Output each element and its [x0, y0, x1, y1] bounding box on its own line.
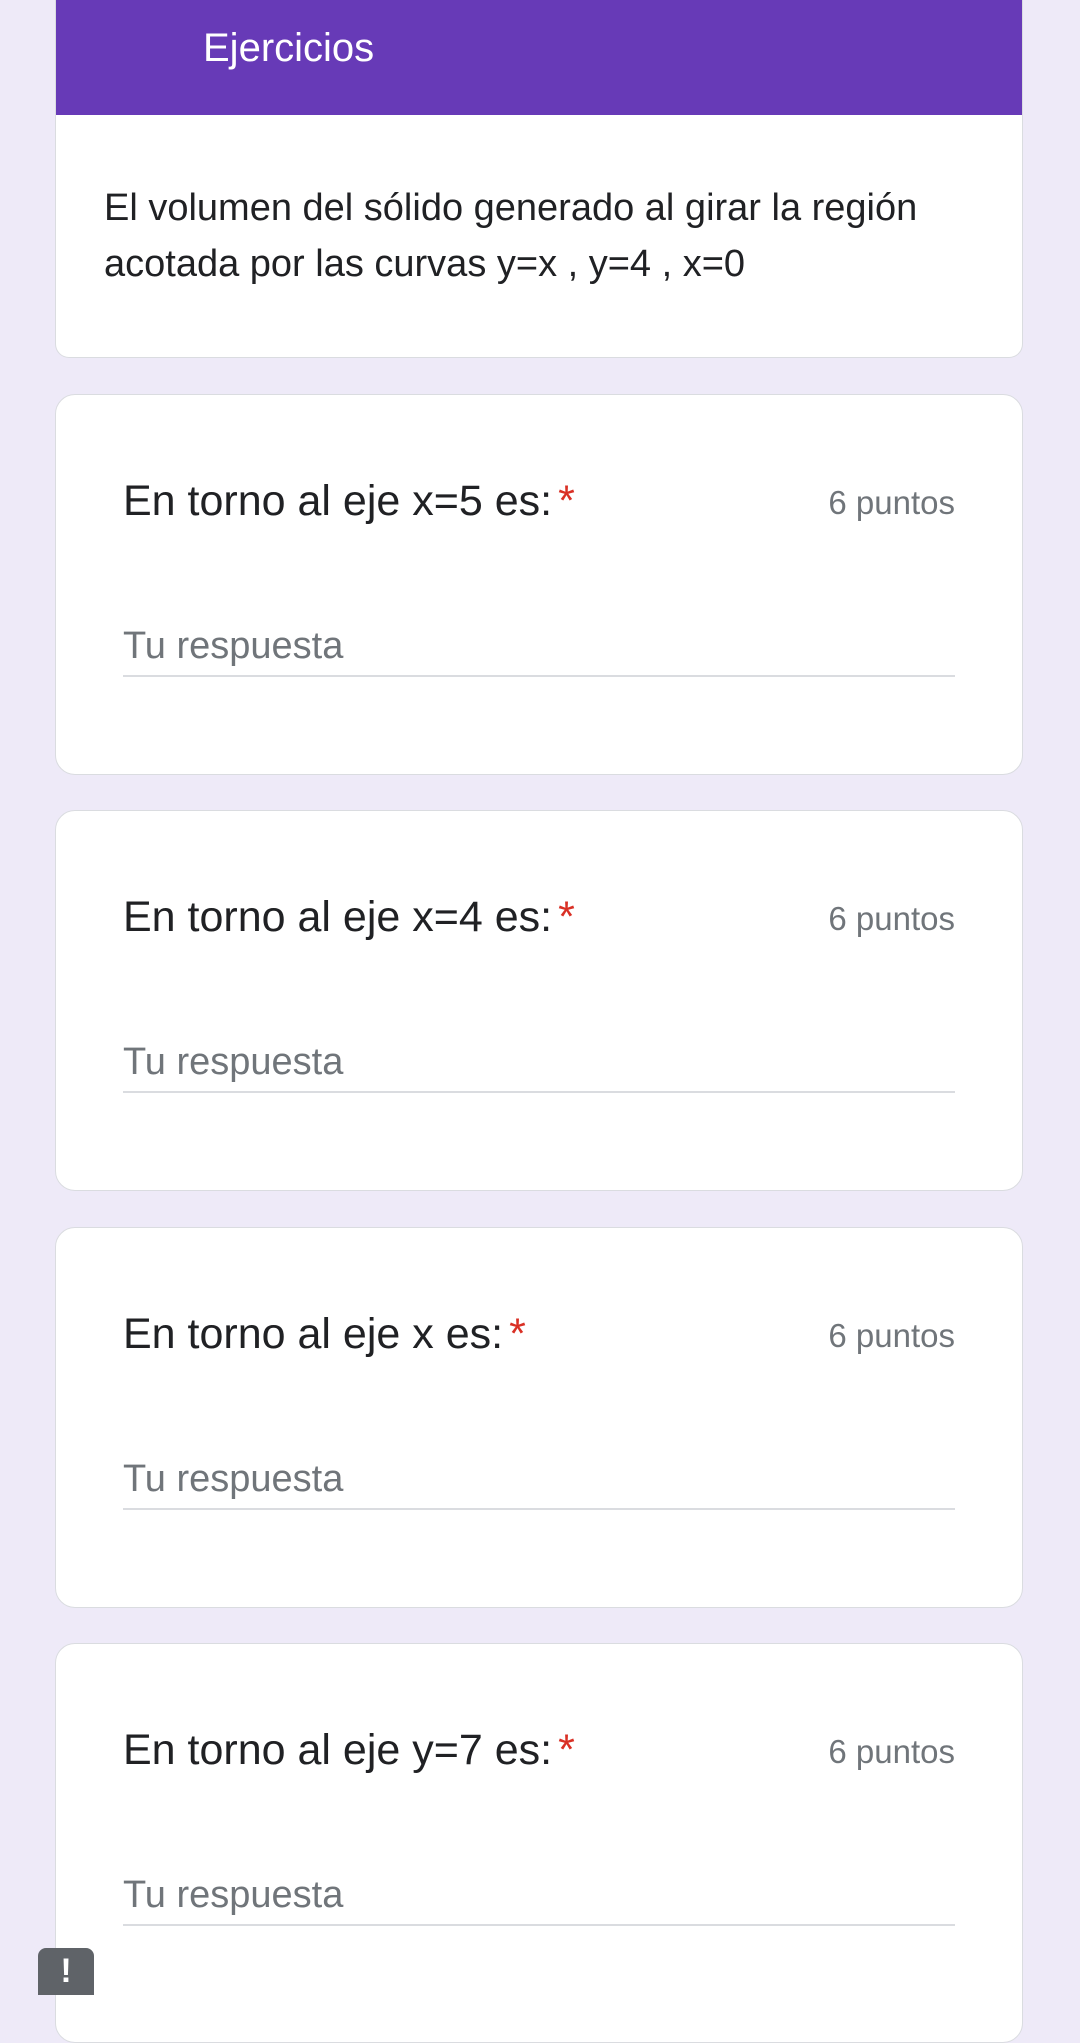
required-asterisk: * — [558, 893, 575, 941]
points-label: 6 puntos — [828, 1733, 955, 1770]
exclamation-icon: ! — [60, 1952, 72, 1990]
question-card: En torno al eje x=5 es: * 6 puntos — [55, 394, 1023, 775]
required-asterisk: * — [558, 477, 575, 525]
question-title-text: En torno al eje x=4 es: — [123, 893, 553, 941]
section-header-bar: Ejercicios — [56, 0, 1022, 115]
question-title: En torno al eje y=7 es: * — [123, 1722, 575, 1778]
required-asterisk: * — [509, 1310, 526, 1358]
question-card: En torno al eje y=7 es: * 6 puntos — [55, 1643, 1023, 2043]
answer-input[interactable] — [123, 1866, 955, 1926]
question-card: En torno al eje x es: * 6 puntos — [55, 1227, 1023, 1608]
section-title: Ejercicios — [203, 26, 375, 70]
required-asterisk: * — [558, 1726, 575, 1774]
section-description: El volumen del sólido generado al girar … — [104, 187, 918, 285]
answer-input[interactable] — [123, 617, 955, 677]
points-label: 6 puntos — [828, 900, 955, 937]
report-feedback-button[interactable]: ! — [38, 1948, 94, 1995]
question-title-text: En torno al eje x=5 es: — [123, 477, 553, 525]
question-title: En torno al eje x es: * — [123, 1306, 526, 1362]
answer-input[interactable] — [123, 1033, 955, 1093]
question-title-text: En torno al eje x es: — [123, 1310, 504, 1358]
question-card: En torno al eje x=4 es: * 6 puntos — [55, 810, 1023, 1191]
points-label: 6 puntos — [828, 484, 955, 521]
section-header-card: Ejercicios El volumen del sólido generad… — [55, 0, 1023, 358]
question-title: En torno al eje x=5 es: * — [123, 473, 575, 529]
question-title: En torno al eje x=4 es: * — [123, 889, 575, 945]
answer-input[interactable] — [123, 1450, 955, 1510]
points-label: 6 puntos — [828, 1317, 955, 1354]
question-title-text: En torno al eje y=7 es: — [123, 1726, 553, 1774]
